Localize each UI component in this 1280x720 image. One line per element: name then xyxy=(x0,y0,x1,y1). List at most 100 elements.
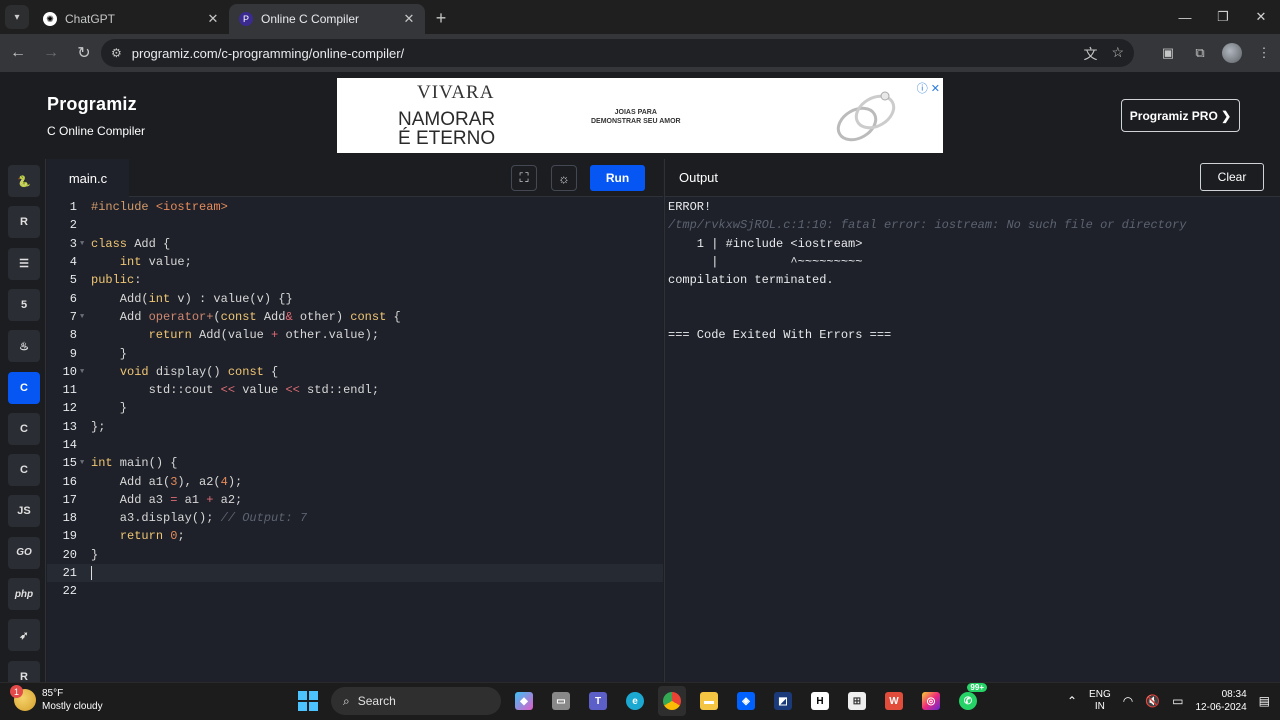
translate-icon[interactable]: 文 xyxy=(1083,44,1097,64)
fold-chevron-icon[interactable]: ▼ xyxy=(77,240,91,248)
dropbox-icon[interactable]: ◈ xyxy=(732,686,760,716)
close-icon[interactable]: ✕ xyxy=(401,11,417,27)
code-line[interactable]: 20} xyxy=(47,546,663,564)
code-text: } xyxy=(91,346,128,361)
clear-button[interactable]: Clear xyxy=(1200,163,1264,191)
csharp-icon[interactable]: C xyxy=(8,454,40,487)
code-line[interactable]: 19 return 0; xyxy=(47,527,663,545)
chrome-icon[interactable] xyxy=(658,686,686,716)
wps-office-icon[interactable]: W xyxy=(880,686,908,716)
reload-icon[interactable]: ↻ xyxy=(69,38,99,68)
advertisement-banner[interactable]: VIVARA NAMORAR É ETERNO JOIAS PARA DEMON… xyxy=(337,78,943,153)
volume-muted-icon[interactable]: 🔇 xyxy=(1145,694,1160,708)
extension-app-icon[interactable]: ▣ xyxy=(1158,43,1178,63)
code-line[interactable]: 11 std::cout << value << std::endl; xyxy=(47,381,663,399)
code-line[interactable]: 16 Add a1(3), a2(4); xyxy=(47,472,663,490)
fullscreen-icon[interactable]: ⛶ xyxy=(511,165,537,191)
code-line[interactable]: 15 ▼ int main() { xyxy=(47,454,663,472)
code-line[interactable]: 21 xyxy=(47,563,663,583)
copilot-icon[interactable]: ◆ xyxy=(510,686,538,716)
code-line[interactable]: 9 } xyxy=(47,344,663,362)
code-text: int value; xyxy=(119,255,192,270)
close-window-icon[interactable]: ✕ xyxy=(1242,0,1280,34)
tab-online-c-compiler[interactable]: P Online C Compiler ✕ xyxy=(229,4,425,34)
java-icon[interactable]: ♨ xyxy=(8,330,40,363)
python-icon[interactable]: 🐍 xyxy=(8,165,40,197)
code-line[interactable]: 13}; xyxy=(47,418,663,436)
site-info-icon[interactable]: ⚙ xyxy=(111,46,122,60)
r-icon[interactable]: R xyxy=(8,206,40,239)
run-button[interactable]: Run xyxy=(590,165,645,191)
hackerrank-icon[interactable]: H xyxy=(806,686,834,716)
code-line[interactable]: 10 ▼ void display() const { xyxy=(47,363,663,381)
profile-avatar[interactable] xyxy=(1222,43,1242,63)
cpp-icon[interactable]: C xyxy=(8,412,40,445)
code-line[interactable]: 1 #include <iostream> xyxy=(47,198,663,216)
taskbar-search[interactable]: ⌕ Search xyxy=(331,687,501,715)
swift-icon[interactable]: ➶ xyxy=(8,619,40,652)
code-line[interactable]: 4 int value; xyxy=(47,253,663,271)
code-line[interactable]: 5 public: xyxy=(47,271,663,289)
menu-kebab-icon[interactable]: ⋮ xyxy=(1254,43,1274,63)
instagram-icon[interactable]: ◎ xyxy=(917,686,945,716)
address-bar[interactable]: ⚙ programiz.com/c-programming/online-com… xyxy=(101,39,1134,67)
minimize-icon[interactable]: — xyxy=(1166,0,1204,34)
wifi-icon[interactable]: ◠ xyxy=(1123,694,1133,708)
fold-chevron-icon[interactable]: ▼ xyxy=(77,313,91,321)
store-icon[interactable]: ⊞ xyxy=(843,686,871,716)
file-tab-main-c[interactable]: main.c xyxy=(47,159,129,197)
code-line[interactable]: 6 Add(int v) : value(v) {} xyxy=(47,289,663,307)
fold-chevron-icon[interactable]: ▼ xyxy=(77,368,91,376)
notifications-icon[interactable]: ▤ xyxy=(1259,694,1270,708)
teams-icon[interactable]: T xyxy=(584,686,612,716)
output-line: | ^~~~~~~~~~ xyxy=(668,255,863,270)
bookmark-star-icon[interactable]: ☆ xyxy=(1111,44,1124,64)
whatsapp-icon[interactable]: ✆ 99+ xyxy=(954,683,987,716)
maximize-icon[interactable]: ❐ xyxy=(1204,0,1242,34)
line-number: 10 xyxy=(62,364,77,379)
code-line[interactable]: 18 a3.display(); // Output: 7 xyxy=(47,509,663,527)
search-placeholder: Search xyxy=(357,694,396,708)
code-area[interactable]: 1 #include <iostream> 2 3 ▼ class Add {4 int … xyxy=(47,198,663,601)
clock[interactable]: 08:34 12-06-2024 xyxy=(1196,688,1247,714)
code-line[interactable]: 2 xyxy=(47,216,663,234)
windows-start-icon[interactable] xyxy=(294,686,322,716)
extensions-puzzle-icon[interactable]: ⧉ xyxy=(1190,43,1210,63)
programiz-pro-button[interactable]: Programiz PRO ❯ xyxy=(1121,99,1240,132)
battery-icon[interactable]: ▭ xyxy=(1172,694,1183,708)
tab-search-dropdown-icon[interactable]: ▾ xyxy=(5,5,29,29)
code-line[interactable]: 3 ▼ class Add { xyxy=(47,235,663,253)
app-icon[interactable]: ◩ xyxy=(769,686,797,716)
weather-widget[interactable]: 1 85°F Mostly cloudy xyxy=(10,685,103,713)
code-line[interactable]: 14 xyxy=(47,436,663,454)
code-text: std::cout << value << std::endl; xyxy=(91,383,380,398)
programiz-logo[interactable]: Programiz xyxy=(47,94,137,115)
sql-icon[interactable]: ☰ xyxy=(8,247,40,280)
task-view-icon[interactable]: ▭ xyxy=(547,686,575,716)
js-icon[interactable]: JS xyxy=(8,495,40,528)
html-icon[interactable]: 5 xyxy=(8,288,40,321)
theme-toggle-sun-icon[interactable]: ☼ xyxy=(551,165,577,191)
code-line[interactable]: 17 Add a3 = a1 + a2; xyxy=(47,491,663,509)
code-line[interactable]: 8 return Add(value + other.value); xyxy=(47,326,663,344)
ad-choices-icon[interactable]: ⓘ ✕ xyxy=(917,80,940,96)
edge-icon[interactable]: e xyxy=(621,686,649,716)
chevron-up-icon[interactable]: ⌃ xyxy=(1067,694,1077,708)
fold-chevron-icon[interactable]: ▼ xyxy=(77,459,91,467)
language-indicator[interactable]: ENG IN xyxy=(1089,689,1111,713)
system-tray: ⌃ ENG IN ◠ 🔇 ▭ 08:34 12-06-2024 ▤ xyxy=(1067,688,1270,714)
go-icon[interactable]: GO xyxy=(8,536,40,569)
code-line[interactable]: 12 } xyxy=(47,399,663,417)
php-icon[interactable]: php xyxy=(8,578,40,610)
code-line[interactable]: 7 ▼ Add operator+(const Add& other) const… xyxy=(47,308,663,326)
region-code: IN xyxy=(1094,701,1105,712)
c-icon[interactable]: C xyxy=(8,371,40,404)
new-tab-button[interactable]: + xyxy=(427,4,455,32)
file-explorer-icon[interactable]: ▬ xyxy=(695,686,723,716)
back-icon[interactable]: ← xyxy=(3,38,33,68)
close-icon[interactable]: ✕ xyxy=(205,11,221,27)
forward-icon[interactable]: → xyxy=(36,38,66,68)
line-number: 2 xyxy=(69,218,77,233)
code-line[interactable]: 22 xyxy=(47,582,663,600)
tab-chatgpt[interactable]: ✺ ChatGPT ✕ xyxy=(33,4,229,34)
